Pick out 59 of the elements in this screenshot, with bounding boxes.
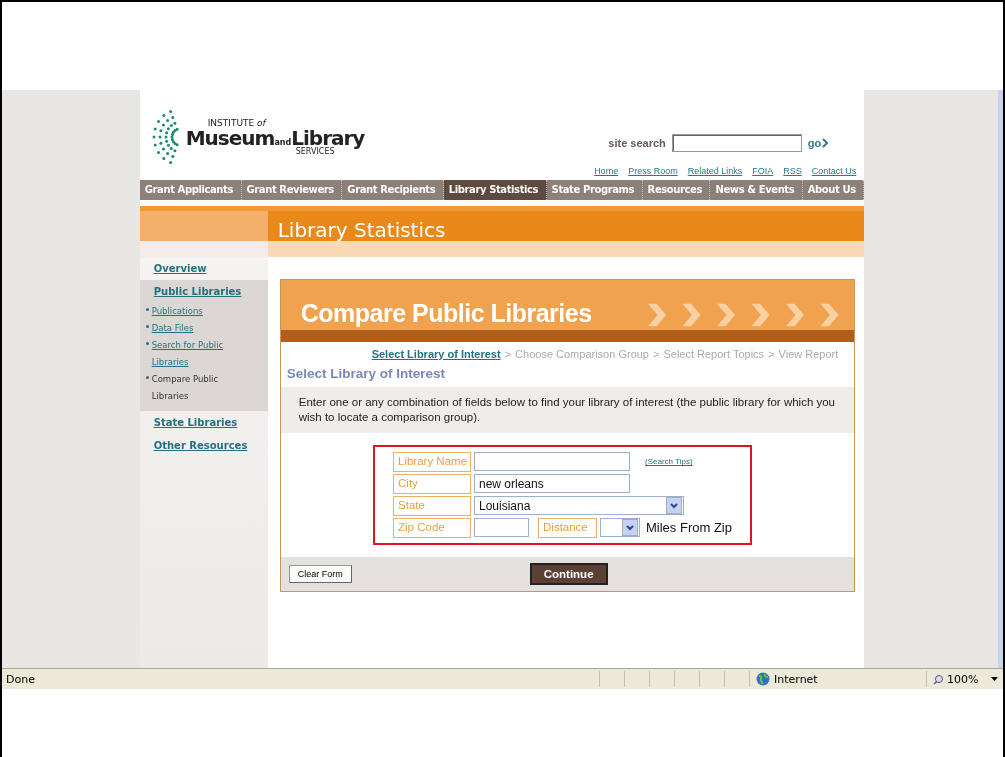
sidebar-link[interactable]: Overview (153, 263, 260, 274)
nav-tab[interactable]: Resources (642, 180, 711, 200)
sidebar-sublink[interactable]: Publications (151, 303, 203, 320)
bullet-icon (145, 308, 149, 311)
top-link[interactable]: Home (594, 166, 619, 176)
search-tips-link[interactable]: (Search Tips) (645, 457, 693, 467)
miles-label: Miles From Zip (646, 520, 732, 536)
clear-form-button[interactable]: Clear Form (288, 564, 352, 583)
sidebar-link[interactable]: State Libraries (153, 417, 260, 428)
state-dropdown[interactable]: Louisiana (474, 496, 684, 516)
field-label: Zip Code (393, 517, 471, 538)
text-field[interactable]: new orleans (474, 474, 630, 494)
chevron-icon (822, 138, 829, 148)
bullet-icon (145, 342, 149, 345)
nav-tab[interactable]: Grant Recipients (342, 180, 444, 200)
section-heading: Select Library of Interest (286, 366, 447, 381)
bullet-icon (145, 376, 149, 379)
sidebar-sublink[interactable]: Data Files (151, 320, 194, 337)
section-title: Library Statistics (277, 219, 446, 241)
top-link[interactable]: Contact Us (811, 166, 857, 176)
bullet-icon (145, 325, 149, 328)
nav-tab[interactable]: News & Events (710, 180, 803, 200)
logo-wordmark[interactable]: INSTITUTE of MuseumandLibrary SERVICES (185, 118, 365, 156)
step-separator: > (504, 348, 512, 360)
sidebar-link[interactable]: Other Resources (153, 440, 260, 451)
text-field[interactable] (474, 452, 630, 472)
go-link[interactable]: go (807, 137, 829, 149)
sidebar-sublink[interactable]: Search for Public Libraries (151, 337, 238, 371)
field-label: Library Name (393, 451, 471, 472)
sidebar-sublink[interactable]: Compare Public Libraries (151, 371, 238, 405)
page-title: Compare Public Libraries (300, 299, 592, 328)
top-link[interactable]: FOIA (752, 166, 774, 176)
field-label: State (393, 495, 471, 516)
nav-tab[interactable]: Library Statistics (443, 180, 547, 200)
nav-tab[interactable]: Grant Reviewers (241, 180, 343, 200)
step-separator: > (768, 348, 775, 360)
step-separator: > (653, 348, 660, 360)
field-label: Distance (538, 517, 597, 538)
security-zone-label: Internet (774, 672, 818, 686)
continue-button[interactable]: Continue (529, 562, 608, 585)
top-link[interactable]: RSS (783, 166, 802, 176)
scrollbar[interactable] (998, 90, 1003, 668)
sidebar-link[interactable]: Public Libraries (153, 286, 260, 297)
globe-icon (756, 672, 770, 686)
site-search-field[interactable] (671, 134, 802, 152)
dropdown-arrow-icon[interactable] (991, 677, 999, 681)
zip-code-field[interactable] (474, 518, 529, 538)
magnifier-icon (933, 673, 944, 685)
top-link[interactable]: Press Room (628, 166, 678, 176)
top-link[interactable]: Related Links (687, 166, 743, 176)
nav-tab[interactable]: State Programs (546, 180, 643, 200)
status-text: Done (5, 672, 36, 686)
step-link[interactable]: Select Library of Interest (371, 348, 501, 360)
nav-tab[interactable]: Grant Applicants (139, 180, 242, 200)
distance-dropdown[interactable] (600, 518, 640, 538)
field-label: City (393, 473, 471, 494)
instructions-text: Enter one or any combination of fields below to find your library of interest (the public library for which you wish to locate a comparison group). (280, 387, 855, 433)
zoom-level[interactable]: 100% (947, 672, 979, 686)
site-search-label: site search (608, 137, 666, 149)
